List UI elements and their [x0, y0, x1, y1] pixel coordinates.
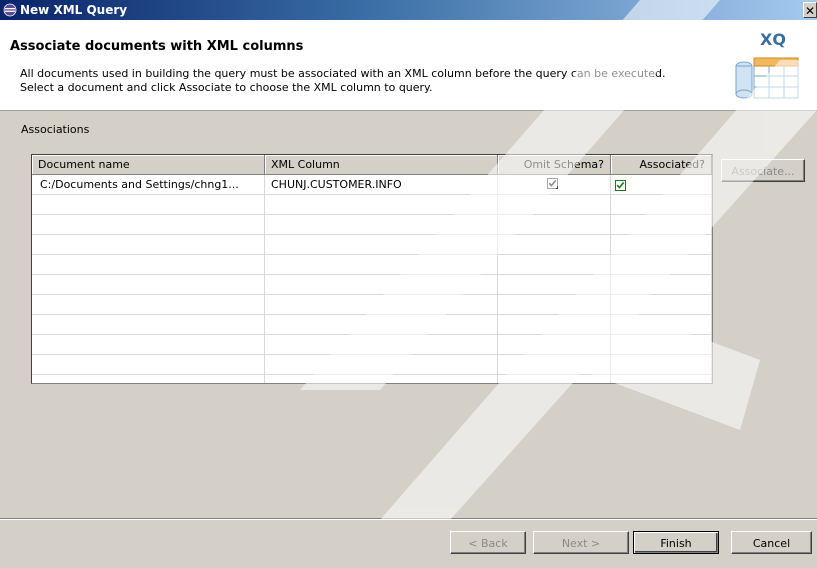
table-row[interactable]	[32, 315, 712, 335]
table-row[interactable]	[32, 335, 712, 355]
document-name-cell[interactable]: C:/Documents and Settings/chng1...	[40, 175, 262, 194]
associated-checkbox[interactable]	[615, 180, 626, 191]
next-button[interactable]: Next >	[533, 531, 629, 554]
column-header-xml-column[interactable]: XML Column	[265, 155, 498, 175]
window-title: New XML Query	[20, 3, 128, 17]
column-header-omit-schema[interactable]: Omit Schema?	[498, 155, 611, 175]
back-button[interactable]: < Back	[450, 531, 526, 554]
xml-table-icon	[735, 57, 799, 99]
checkmark-icon	[548, 179, 557, 187]
footer-separator	[0, 518, 817, 520]
associate-button[interactable]: Associate...	[721, 159, 805, 182]
table-row[interactable]: C:/Documents and Settings/chng1... CHUNJ…	[32, 175, 712, 195]
checkmark-icon	[616, 181, 625, 189]
table-row[interactable]	[32, 255, 712, 275]
associations-table[interactable]: Document name XML Column Omit Schema? As…	[31, 154, 713, 384]
table-row[interactable]	[32, 295, 712, 315]
associations-label: Associations	[21, 123, 90, 136]
table-row[interactable]	[32, 195, 712, 215]
column-header-document-name[interactable]: Document name	[32, 155, 265, 175]
xq-banner-icon: XQ	[734, 30, 804, 105]
close-button[interactable]: ✕	[803, 2, 817, 18]
table-row[interactable]	[32, 235, 712, 255]
xml-column-cell[interactable]: CHUNJ.CUSTOMER.INFO	[271, 175, 493, 194]
table-row[interactable]	[32, 355, 712, 375]
finish-button[interactable]: Finish	[633, 531, 719, 554]
cancel-button[interactable]: Cancel	[731, 531, 812, 554]
close-icon: ✕	[804, 4, 816, 18]
new-xml-query-dialog: New XML Query ✕ Associate documents with…	[0, 0, 817, 568]
description-line-2: Select a document and click Associate to…	[20, 81, 433, 94]
table-row[interactable]	[32, 215, 712, 235]
page-title: Associate documents with XML columns	[10, 39, 304, 54]
title-bar[interactable]: New XML Query ✕	[0, 0, 817, 20]
table-row[interactable]	[32, 275, 712, 295]
description-line-1: All documents used in building the query…	[20, 67, 666, 80]
xq-label: XQ	[760, 30, 786, 49]
page-description: All documents used in building the query…	[20, 67, 720, 95]
column-header-associated[interactable]: Associated?	[611, 155, 712, 175]
eclipse-icon	[3, 3, 17, 17]
wizard-header: Associate documents with XML columns All…	[0, 20, 817, 111]
omit-schema-checkbox[interactable]	[547, 178, 558, 189]
